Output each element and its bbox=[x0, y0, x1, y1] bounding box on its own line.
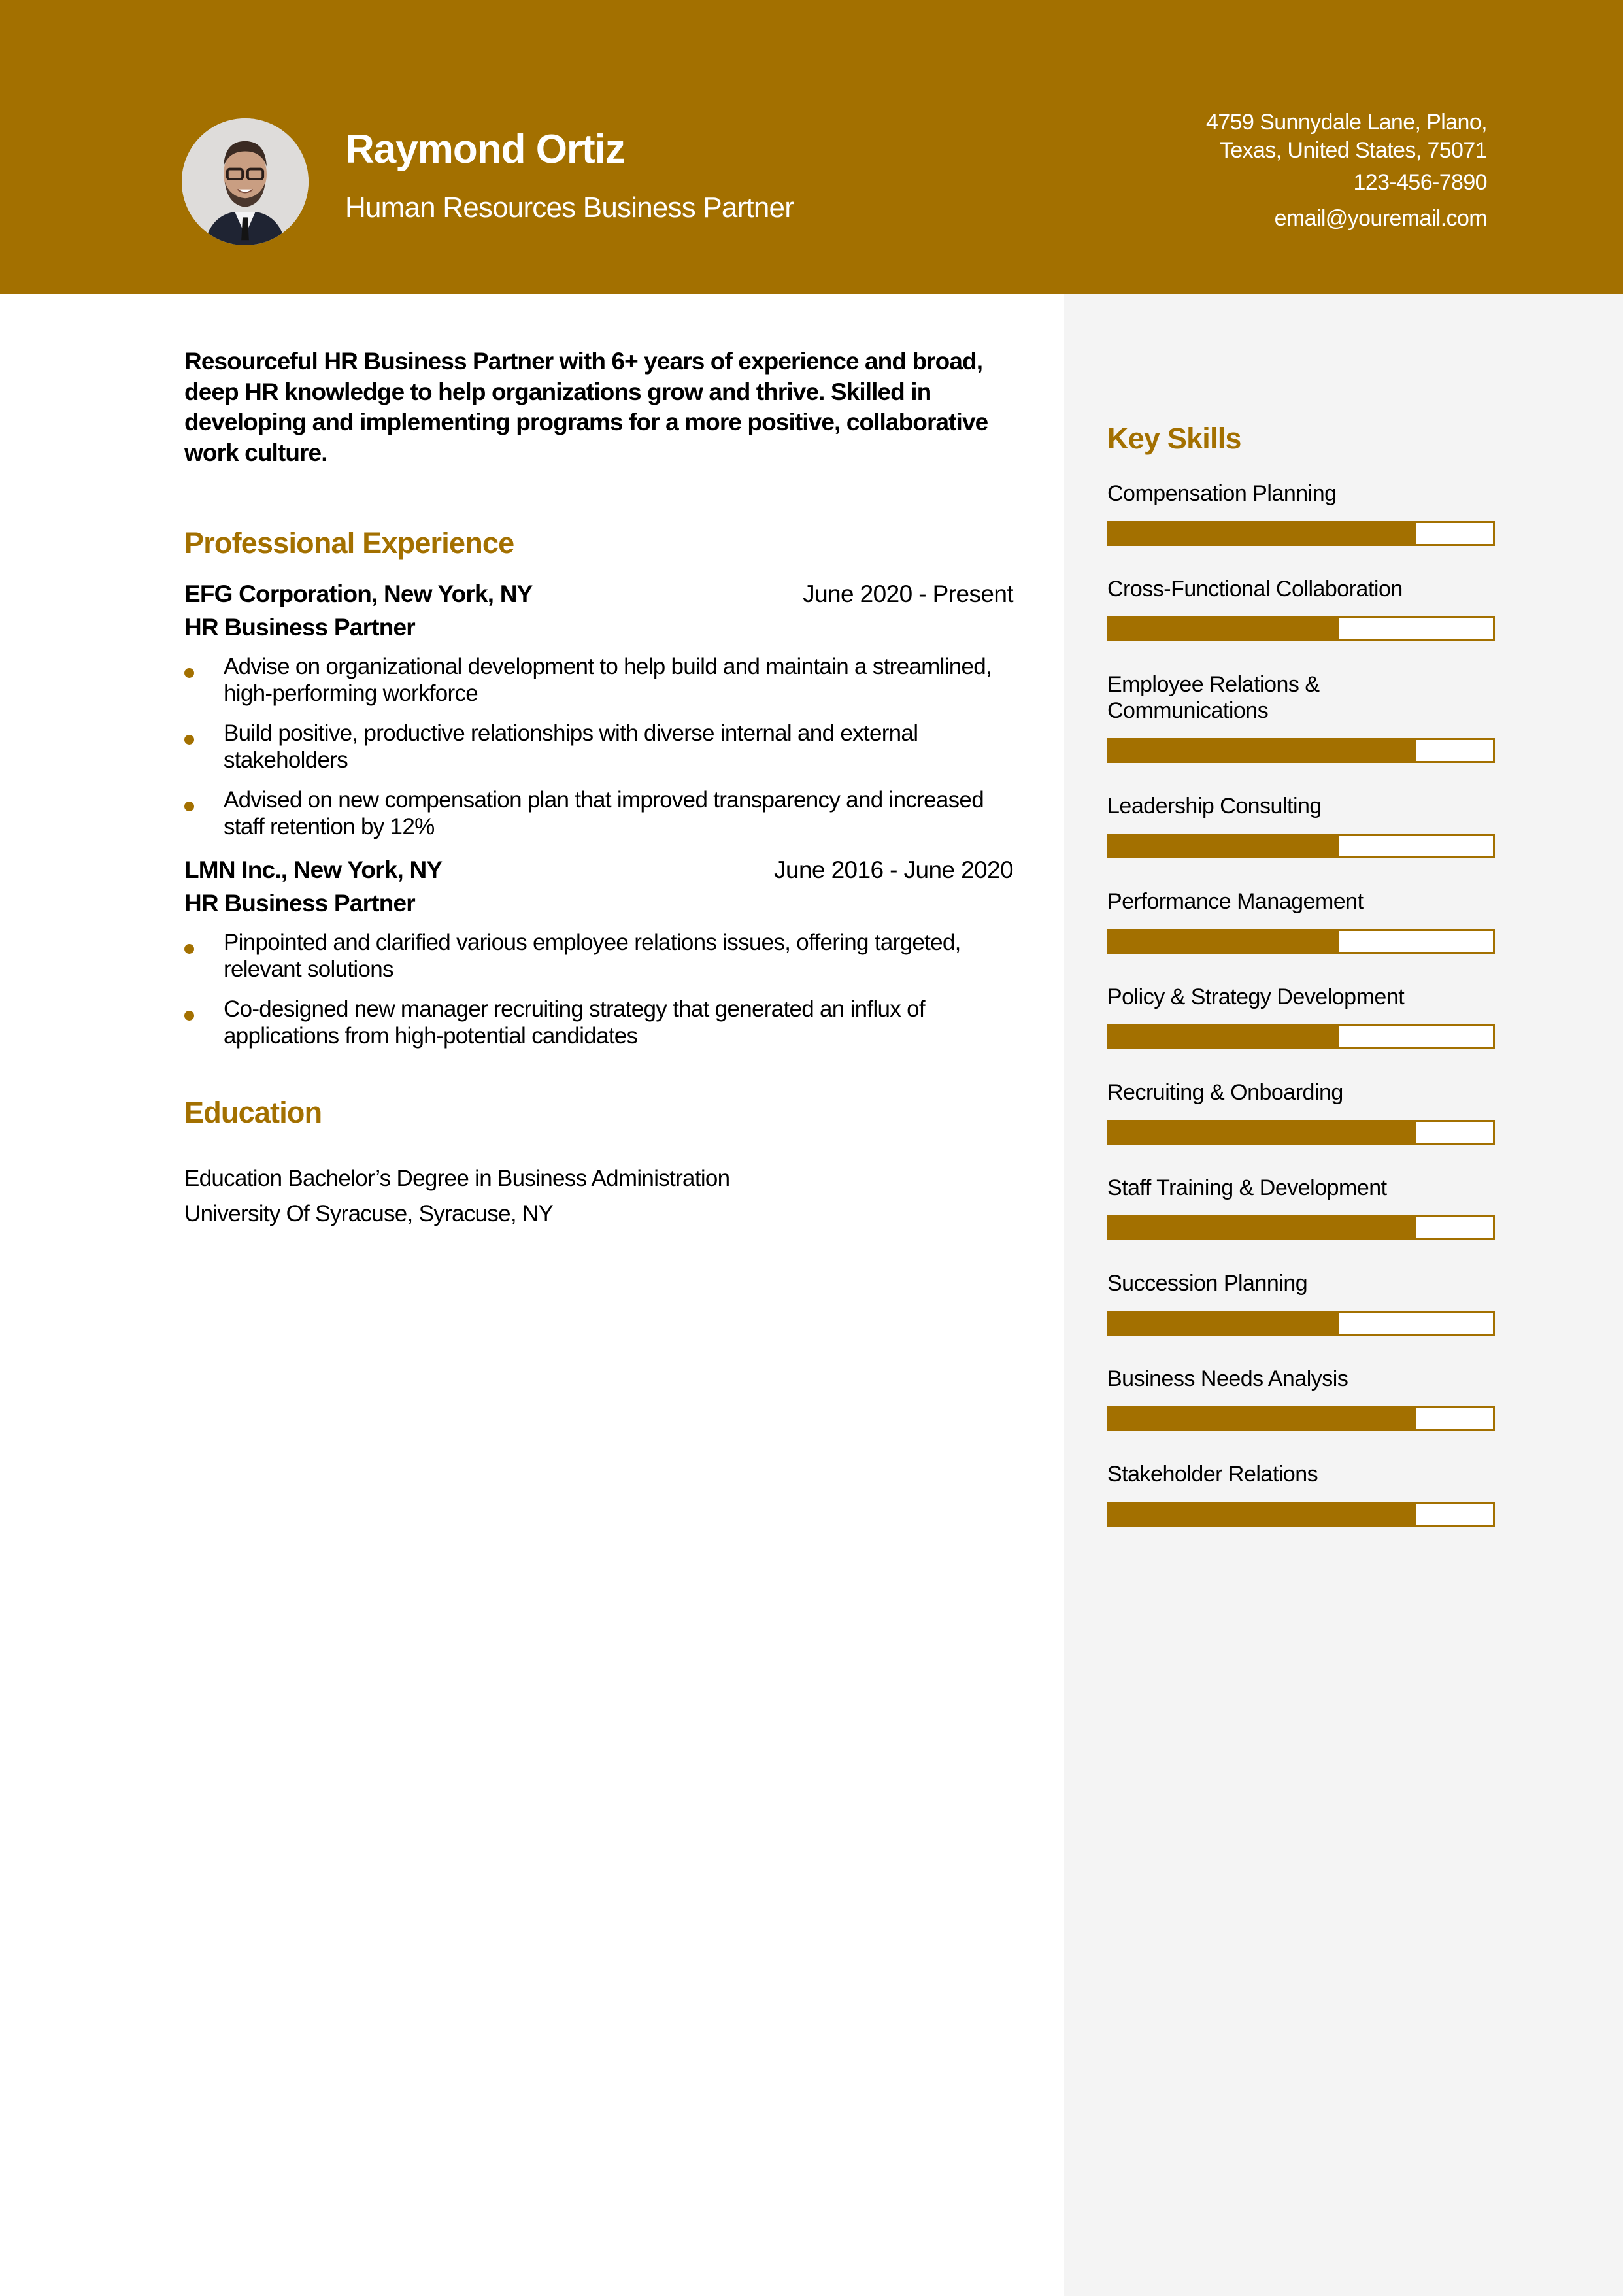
profile-photo bbox=[182, 118, 309, 245]
bullet-dot-icon bbox=[184, 735, 194, 745]
skill-level-bar bbox=[1107, 1311, 1495, 1336]
address-line-1: 4759 Sunnydale Lane, Plano, bbox=[1206, 110, 1488, 135]
resume-header: Raymond Ortiz Human Resources Business P… bbox=[0, 0, 1623, 294]
job-bullet-text: Pinpointed and clarified various employe… bbox=[224, 930, 961, 982]
job-bullets: Advise on organizational development to … bbox=[184, 653, 1013, 840]
skill-level-fill bbox=[1107, 834, 1340, 858]
skill-level-bar bbox=[1107, 834, 1495, 858]
skill-label: Performance Management bbox=[1107, 889, 1364, 914]
skill-level-bar bbox=[1107, 738, 1495, 763]
skill-label: Recruiting & Onboarding bbox=[1107, 1080, 1343, 1105]
address-line-2: Texas, United States, 75071 bbox=[1219, 138, 1488, 163]
skill-label: Cross-Functional Collaboration bbox=[1107, 577, 1403, 601]
job-bullets: Pinpointed and clarified various employe… bbox=[184, 929, 1013, 1049]
skill-item: Business Needs Analysis bbox=[1107, 1366, 1495, 1431]
skill-item: Performance Management bbox=[1107, 888, 1495, 954]
education-heading: Education bbox=[184, 1096, 322, 1129]
skill-level-bar bbox=[1107, 1406, 1495, 1431]
skill-level-fill bbox=[1107, 1024, 1340, 1049]
skill-level-fill bbox=[1107, 616, 1340, 641]
skill-item: Employee Relations & Communications bbox=[1107, 671, 1495, 763]
job-bullet: Advise on organizational development to … bbox=[184, 653, 1013, 707]
candidate-name: Raymond Ortiz bbox=[345, 127, 626, 172]
skill-level-fill bbox=[1107, 929, 1340, 954]
skill-level-fill bbox=[1107, 1502, 1416, 1527]
education-entry: Education Bachelor’s Degree in Business … bbox=[184, 1161, 1013, 1232]
job-bullet-text: Co-designed new manager recruiting strat… bbox=[224, 996, 926, 1049]
bullet-dot-icon bbox=[184, 668, 194, 678]
skill-label: Leadership Consulting bbox=[1107, 794, 1322, 819]
skill-item: Cross-Functional Collaboration bbox=[1107, 576, 1495, 641]
job-role: HR Business Partner bbox=[184, 614, 416, 641]
skill-level-bar bbox=[1107, 616, 1495, 641]
job-bullet: Pinpointed and clarified various employe… bbox=[184, 929, 1013, 983]
skill-level-bar bbox=[1107, 1024, 1495, 1049]
skill-label: Policy & Strategy Development bbox=[1107, 985, 1405, 1009]
skill-level-fill bbox=[1107, 1406, 1416, 1431]
skills-section: Key Skills Compensation Planning Cross-F… bbox=[1107, 424, 1495, 1527]
contact-info: 4759 Sunnydale Lane, Plano, Texas, Unite… bbox=[1206, 109, 1488, 237]
bullet-dot-icon bbox=[184, 944, 194, 954]
experience-heading: Professional Experience bbox=[184, 526, 514, 560]
email-address: email@youremail.com bbox=[1274, 206, 1488, 231]
experience-list: EFG Corporation, New York, NY June 2020 … bbox=[184, 577, 1014, 1049]
job-dates: June 2020 - Present bbox=[803, 581, 1013, 607]
skills-list: Compensation Planning Cross-Functional C… bbox=[1107, 481, 1495, 1527]
job-dates: June 2016 - June 2020 bbox=[774, 856, 1014, 883]
phone-number: 123-456-7890 bbox=[1353, 170, 1487, 195]
professional-summary: Resourceful HR Business Partner with 6+ … bbox=[184, 348, 988, 466]
main-column: Resourceful HR Business Partner with 6+ … bbox=[184, 346, 1014, 1232]
skill-level-bar bbox=[1107, 929, 1495, 954]
skill-item: Recruiting & Onboarding bbox=[1107, 1079, 1495, 1145]
skill-level-fill bbox=[1107, 1311, 1340, 1336]
job-entry: LMN Inc., New York, NY June 2016 - June … bbox=[184, 853, 1014, 1049]
skill-item: Staff Training & Development bbox=[1107, 1175, 1495, 1240]
job-header: LMN Inc., New York, NY June 2016 - June … bbox=[184, 853, 1014, 887]
job-role: HR Business Partner bbox=[184, 890, 416, 917]
job-bullet-text: Advised on new compensation plan that im… bbox=[224, 787, 984, 839]
skill-level-fill bbox=[1107, 521, 1416, 546]
person-portrait-icon bbox=[182, 118, 309, 245]
job-company: LMN Inc., New York, NY bbox=[184, 856, 443, 883]
job-header: EFG Corporation, New York, NY June 2020 … bbox=[184, 577, 1014, 611]
skill-label: Stakeholder Relations bbox=[1107, 1462, 1318, 1487]
job-bullet-text: Advise on organizational development to … bbox=[224, 654, 992, 706]
job-company: EFG Corporation, New York, NY bbox=[184, 581, 533, 607]
skill-item: Leadership Consulting bbox=[1107, 793, 1495, 858]
skill-level-bar bbox=[1107, 1120, 1495, 1145]
education-school: University Of Syracuse, Syracuse, NY bbox=[184, 1201, 554, 1226]
skill-level-bar bbox=[1107, 521, 1495, 546]
job-bullet-text: Build positive, productive relationships… bbox=[224, 720, 918, 773]
skill-item: Stakeholder Relations bbox=[1107, 1461, 1495, 1527]
skill-label: Business Needs Analysis bbox=[1107, 1366, 1348, 1391]
job-entry: EFG Corporation, New York, NY June 2020 … bbox=[184, 577, 1014, 840]
skill-label: Compensation Planning bbox=[1107, 481, 1337, 506]
skill-label: Staff Training & Development bbox=[1107, 1175, 1387, 1200]
skill-level-bar bbox=[1107, 1502, 1495, 1527]
job-bullet: Advised on new compensation plan that im… bbox=[184, 786, 1013, 840]
candidate-title: Human Resources Business Partner bbox=[345, 192, 794, 224]
bullet-dot-icon bbox=[184, 802, 194, 811]
skill-label: Employee Relations & Communications bbox=[1107, 672, 1320, 723]
skill-item: Succession Planning bbox=[1107, 1270, 1495, 1336]
skills-heading: Key Skills bbox=[1107, 422, 1241, 455]
job-bullet: Co-designed new manager recruiting strat… bbox=[184, 996, 1013, 1049]
skill-item: Compensation Planning bbox=[1107, 481, 1495, 546]
skill-level-fill bbox=[1107, 1215, 1416, 1240]
skill-item: Policy & Strategy Development bbox=[1107, 984, 1495, 1049]
skill-label: Succession Planning bbox=[1107, 1271, 1308, 1296]
bullet-dot-icon bbox=[184, 1011, 194, 1021]
skill-level-bar bbox=[1107, 1215, 1495, 1240]
skill-level-fill bbox=[1107, 1120, 1416, 1145]
job-bullet: Build positive, productive relationships… bbox=[184, 720, 1013, 773]
skill-level-fill bbox=[1107, 738, 1416, 763]
education-degree: Education Bachelor’s Degree in Business … bbox=[184, 1166, 730, 1191]
